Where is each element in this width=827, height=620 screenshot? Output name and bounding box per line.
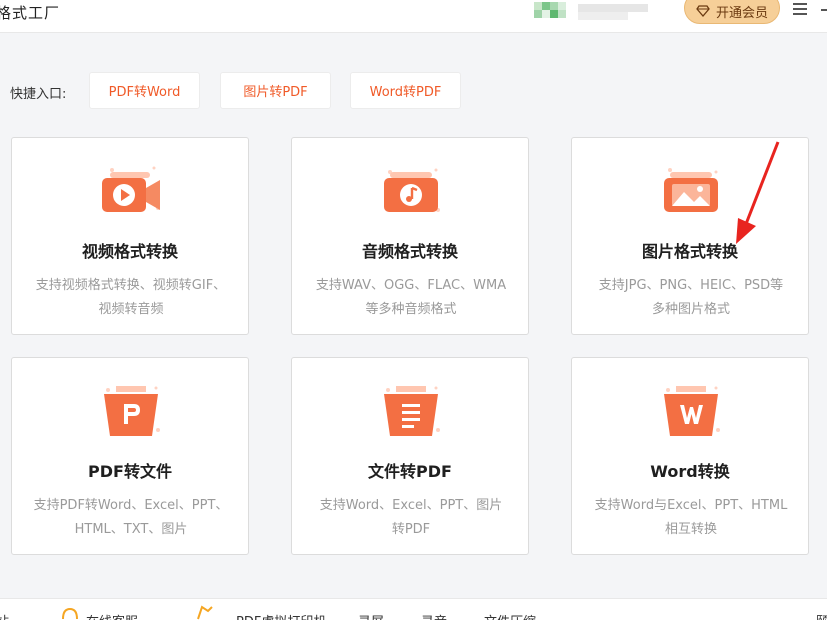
document-lines-icon [378,378,444,442]
video-camera-icon [98,158,164,222]
card-word-conversion[interactable]: Word转换 支持Word与Excel、PPT、HTML 相互转换 [571,357,809,555]
card-description-line: 视频转音频 [98,302,164,317]
word-letter-w-icon [658,378,724,442]
card-description-line: 等多种音频格式 [365,302,457,317]
card-title: 图片格式转换 [641,242,738,261]
card-description-line: 支持JPG、PNG、HEIC、PSD等 [598,278,784,293]
card-description-line: 支持PDF转Word、Excel、PPT、 [33,498,229,513]
minimize-icon[interactable] [821,9,827,11]
bottom-toolbar: 站 在线客服 PDF虚拟打印机 录屏 录音 文件压缩 颐 [0,598,827,620]
card-description: 支持WAV、OGG、FLAC、WMA 等多种音频格式 [302,274,520,322]
image-icon [658,158,724,222]
card-description: 支持Word与Excel、PPT、HTML 相互转换 [582,494,800,542]
quick-pdf-to-word-button[interactable]: PDF转Word [89,72,200,109]
ppt-letter-p-icon [98,378,164,442]
card-description-line: 多种图片格式 [651,302,730,317]
quick-word-to-pdf-button[interactable]: Word转PDF [350,72,461,109]
card-title: 文件转PDF [368,462,452,481]
bottom-item-more[interactable]: 颐 [816,611,827,620]
user-avatar-mosaic[interactable] [534,2,654,20]
title-bar: 格式工厂 开通会员 [0,0,827,33]
bottom-item-file-compress[interactable]: 文件压缩 [484,611,536,620]
music-note-icon [378,158,444,222]
card-description-line: 支持视频格式转换、视频转GIF、 [35,278,227,293]
quick-image-to-pdf-button[interactable]: 图片转PDF [220,72,331,109]
card-pdf-to-file[interactable]: PDF转文件 支持PDF转Word、Excel、PPT、 HTML、TXT、图片 [11,357,249,555]
card-description-line: 相互转换 [664,522,717,537]
vip-membership-button[interactable]: 开通会员 [684,0,780,24]
card-description: 支持PDF转Word、Excel、PPT、 HTML、TXT、图片 [22,494,240,542]
card-title: 视频格式转换 [81,242,178,261]
card-title: 音频格式转换 [361,242,458,261]
card-file-to-pdf[interactable]: 文件转PDF 支持Word、Excel、PPT、图片 转PDF [291,357,529,555]
diamond-icon [696,5,710,17]
card-title: Word转换 [650,462,730,481]
card-audio-conversion[interactable]: 音频格式转换 支持WAV、OGG、FLAC、WMA 等多种音频格式 [291,137,529,335]
card-description-line: 支持Word、Excel、PPT、图片 [319,498,503,513]
vip-label: 开通会员 [715,5,768,21]
card-description-line: 转PDF [391,522,431,537]
bottom-item-audio-record[interactable]: 录音 [421,611,447,620]
card-title: PDF转文件 [88,462,172,481]
printer-icon [197,605,213,620]
card-description-line: 支持Word与Excel、PPT、HTML [594,498,788,513]
bottom-item-screen-record[interactable]: 录屏 [358,611,384,620]
card-image-conversion[interactable]: 图片格式转换 支持JPG、PNG、HEIC、PSD等 多种图片格式 [571,137,809,335]
card-description-line: 支持WAV、OGG、FLAC、WMA [315,278,507,293]
card-description: 支持JPG、PNG、HEIC、PSD等 多种图片格式 [582,274,800,322]
bottom-item-pdf-printer[interactable]: PDF虚拟打印机 [236,611,326,620]
quick-entry-label: 快捷入口: [10,87,67,102]
menu-icon[interactable] [793,3,807,15]
bottom-item-site[interactable]: 站 [0,611,9,620]
card-description: 支持Word、Excel、PPT、图片 转PDF [302,494,520,542]
card-video-conversion[interactable]: 视频格式转换 支持视频格式转换、视频转GIF、 视频转音频 [11,137,249,335]
app-title: 格式工厂 [0,4,61,22]
card-description: 支持视频格式转换、视频转GIF、 视频转音频 [22,274,240,322]
bottom-item-online-service[interactable]: 在线客服 [86,611,138,620]
card-description-line: HTML、TXT、图片 [74,522,188,537]
headset-icon [62,607,78,620]
